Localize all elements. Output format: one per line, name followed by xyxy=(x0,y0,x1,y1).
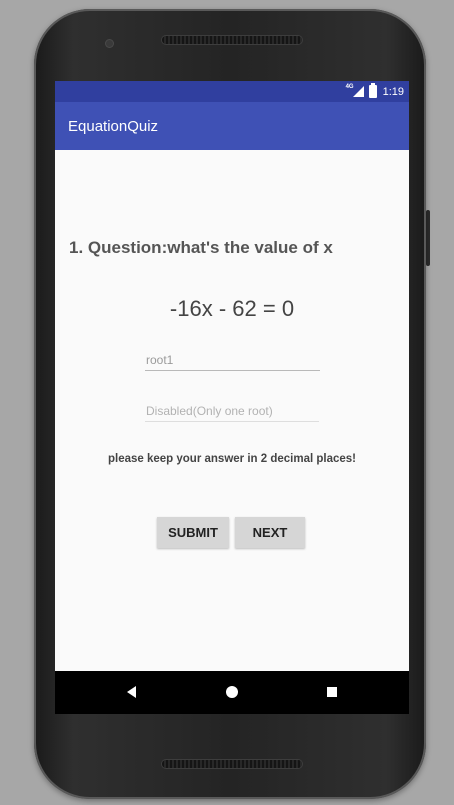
next-button[interactable]: NEXT xyxy=(235,517,305,548)
signal-icon: 4G xyxy=(346,84,364,98)
question-text: 1. Question:what's the value of x xyxy=(69,238,333,257)
status-bar: 4G 1:19 xyxy=(55,81,409,102)
submit-button[interactable]: SUBMIT xyxy=(157,517,229,548)
screen: 4G 1:19 EquationQuiz 1. Question:what's … xyxy=(55,81,409,714)
power-button[interactable] xyxy=(426,210,430,266)
back-icon[interactable] xyxy=(127,686,136,698)
equation-text: -16x - 62 = 0 xyxy=(169,296,295,321)
app-title: EquationQuiz xyxy=(68,117,159,135)
app-bar: EquationQuiz xyxy=(55,102,409,150)
decimal-hint: please keep your answer in 2 decimal pla… xyxy=(107,453,356,465)
home-icon[interactable] xyxy=(226,686,238,698)
recent-apps-icon[interactable] xyxy=(327,687,337,697)
root1-input[interactable] xyxy=(145,353,320,371)
quiz-content: 1. Question:what's the value of x -16x -… xyxy=(55,150,409,664)
root2-input xyxy=(145,404,319,422)
front-camera xyxy=(106,40,113,47)
battery-icon xyxy=(368,83,377,98)
earpiece-speaker xyxy=(162,36,302,44)
stage: 4G 1:19 EquationQuiz 1. Question:what's … xyxy=(0,0,454,805)
bottom-speaker xyxy=(162,760,302,768)
navigation-bar xyxy=(55,671,409,714)
status-time: 1:19 xyxy=(382,85,404,98)
